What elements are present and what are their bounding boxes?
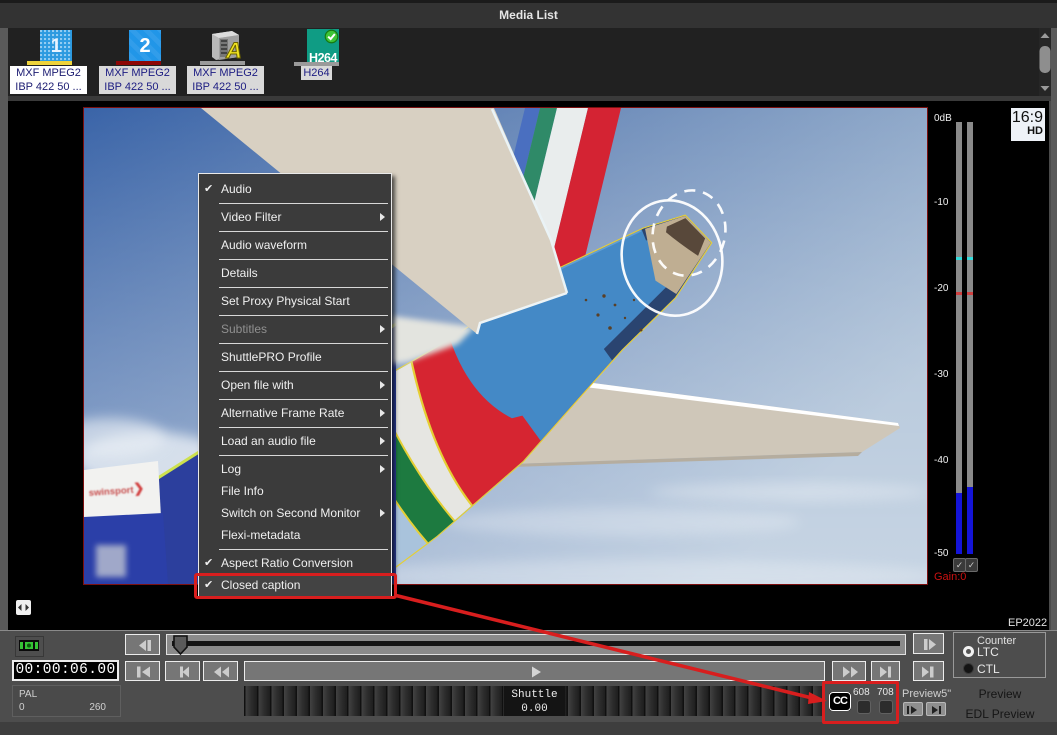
svg-text:A: A	[225, 38, 242, 63]
